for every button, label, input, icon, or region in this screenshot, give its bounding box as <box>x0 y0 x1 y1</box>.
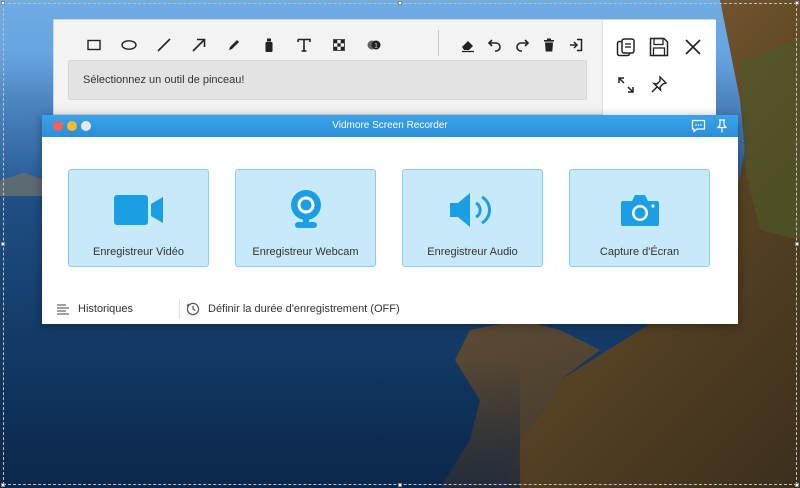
pin-icon <box>716 119 728 133</box>
mode-label: Capture d'Écran <box>599 246 680 258</box>
number-marker-tool[interactable]: 1 <box>356 32 391 58</box>
pin-icon <box>651 75 668 93</box>
timer-label: Définir la durée d'enregistrement (OFF) <box>208 302 400 315</box>
list-icon <box>57 303 69 315</box>
pin-button[interactable] <box>646 72 672 98</box>
resize-handle-top-left[interactable] <box>1 1 5 5</box>
copy-button[interactable] <box>613 35 639 61</box>
audio-recorder-button[interactable]: Enregistreur Audio <box>402 169 543 267</box>
clock-icon <box>186 302 200 315</box>
close-button[interactable] <box>680 34 706 60</box>
toolbar-divider <box>438 30 439 56</box>
mode-label: Enregistreur Webcam <box>252 246 359 258</box>
mosaic-tool[interactable] <box>321 32 356 58</box>
close-icon <box>685 39 701 55</box>
hint-box: Sélectionnez un outil de pinceau! <box>68 60 587 100</box>
history-label: Historiques <box>78 302 134 315</box>
title-bar[interactable]: Vidmore Screen Recorder <box>42 115 738 137</box>
resize-handle-top-right[interactable] <box>795 1 799 5</box>
copy-icon <box>616 38 635 57</box>
highlighter-icon <box>265 38 272 52</box>
rectangle-icon <box>86 39 101 51</box>
draw-tools: 1 <box>76 32 391 58</box>
chat-icon <box>691 119 705 133</box>
eraser-button[interactable] <box>454 32 481 58</box>
mode-label: Enregistreur Audio <box>427 246 518 258</box>
text-icon <box>296 38 311 52</box>
text-tool[interactable] <box>286 32 321 58</box>
eraser-icon <box>461 41 474 53</box>
pencil-tool[interactable] <box>216 32 251 58</box>
save-button[interactable] <box>646 34 672 60</box>
toolbar-side-actions <box>602 20 716 116</box>
edit-tools <box>454 32 589 58</box>
redo-button[interactable] <box>508 32 535 58</box>
pin-window-button[interactable] <box>714 118 730 134</box>
fullscreen-icon <box>618 77 634 93</box>
exit-icon <box>569 38 582 52</box>
pencil-icon <box>228 40 239 50</box>
window-title: Vidmore Screen Recorder <box>332 120 448 131</box>
ellipse-icon <box>120 40 137 50</box>
rectangle-tool[interactable] <box>76 32 111 58</box>
number-marker-icon: 1 <box>367 40 380 50</box>
history-button[interactable]: Historiques <box>56 293 133 324</box>
resize-handle-bottom-left[interactable] <box>1 483 5 487</box>
video-camera-icon <box>113 195 163 225</box>
resize-handle-right[interactable] <box>795 242 799 246</box>
camera-icon <box>620 195 659 226</box>
screenshot-button[interactable]: Capture d'Écran <box>569 169 710 267</box>
mosaic-icon <box>332 39 345 51</box>
undo-icon <box>487 39 501 52</box>
redo-icon <box>515 39 529 52</box>
exit-button[interactable] <box>562 32 589 58</box>
line-icon <box>156 38 171 52</box>
resize-handle-bottom[interactable] <box>398 483 402 487</box>
recorder-window: Vidmore Screen Recorder Enregistreur Vid… <box>42 115 738 324</box>
resize-handle-left[interactable] <box>1 242 5 246</box>
video-recorder-button[interactable]: Enregistreur Vidéo <box>68 169 209 267</box>
speaker-icon <box>449 193 491 227</box>
mode-label: Enregistreur Vidéo <box>93 246 184 258</box>
fullscreen-button[interactable] <box>613 72 639 98</box>
recorder-footer: Historiques Définir la durée d'enregistr… <box>42 293 738 324</box>
line-tool[interactable] <box>146 32 181 58</box>
annotation-toolbar: 1 Sélectionnez un outil de pinceau! <box>53 19 716 116</box>
recording-timer-button[interactable]: Définir la durée d'enregistrement (OFF) <box>186 293 400 324</box>
highlighter-tool[interactable] <box>251 32 286 58</box>
save-icon <box>649 37 669 57</box>
undo-button[interactable] <box>481 32 508 58</box>
trash-icon <box>543 38 554 52</box>
arrow-icon <box>191 38 205 52</box>
delete-button[interactable] <box>535 32 562 58</box>
brush-hint-text: Sélectionnez un outil de pinceau! <box>83 74 245 86</box>
feedback-button[interactable] <box>690 118 706 134</box>
arrow-tool[interactable] <box>181 32 216 58</box>
footer-divider <box>179 299 180 319</box>
resize-handle-top[interactable] <box>398 1 402 5</box>
resize-handle-bottom-right[interactable] <box>795 483 799 487</box>
ellipse-tool[interactable] <box>111 32 146 58</box>
webcam-recorder-button[interactable]: Enregistreur Webcam <box>235 169 376 267</box>
webcam-icon <box>290 190 321 228</box>
